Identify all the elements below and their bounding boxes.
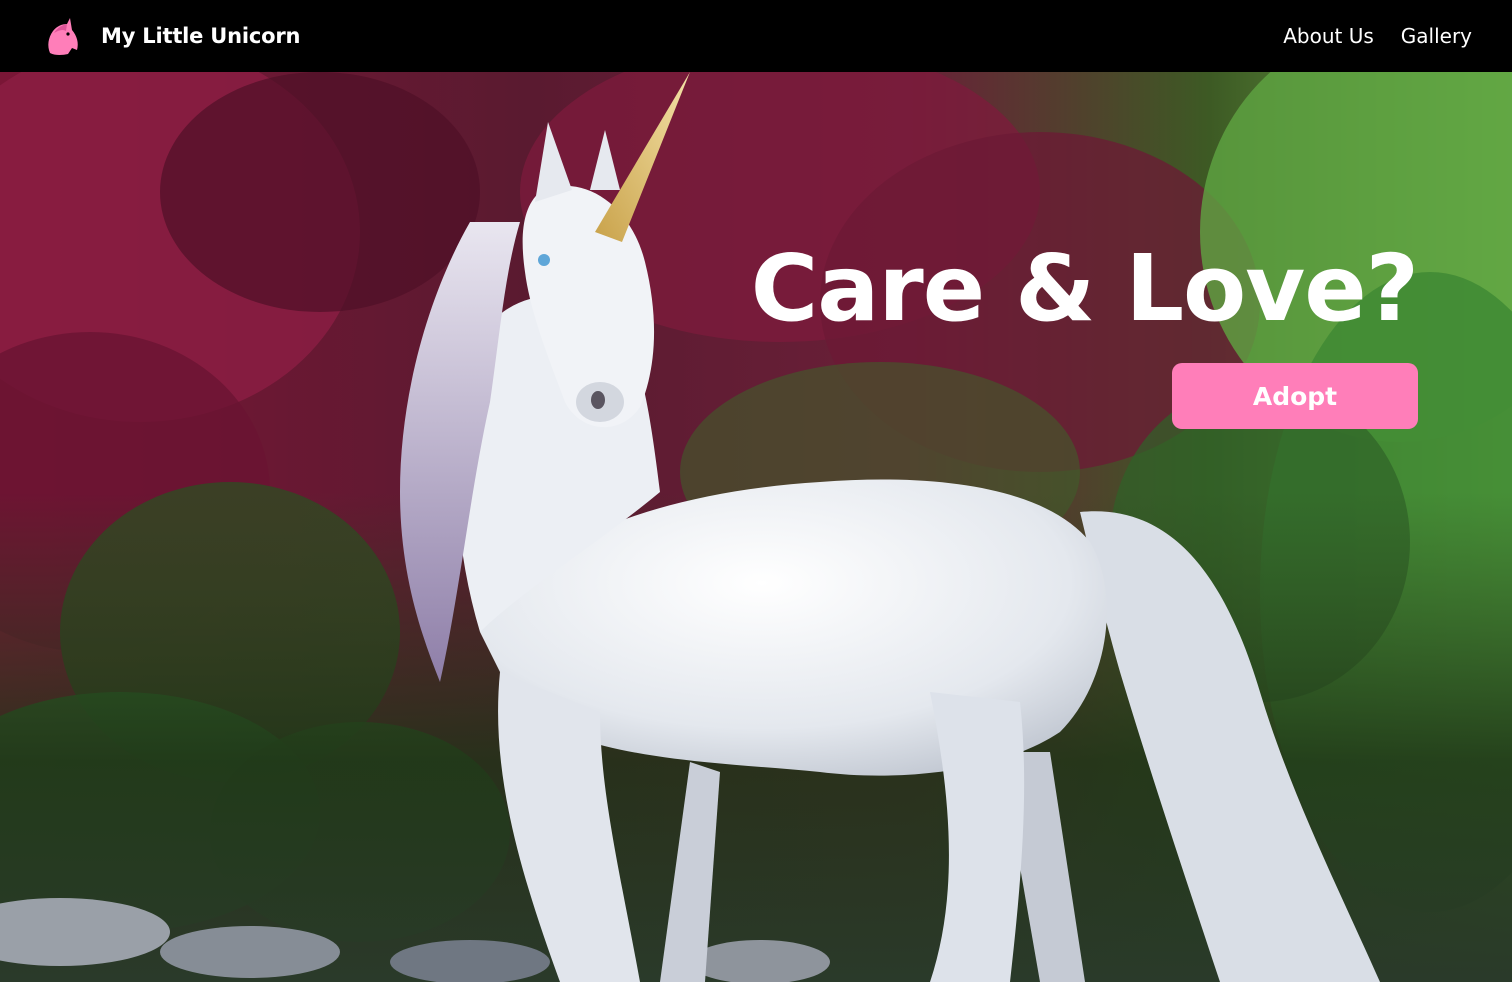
brand-link[interactable]: My Little Unicorn (46, 16, 300, 56)
brand-name: My Little Unicorn (101, 24, 301, 48)
nav-link-gallery[interactable]: Gallery (1401, 24, 1472, 48)
hero-background-image (0, 72, 1512, 982)
navbar: My Little Unicorn About Us Gallery (0, 0, 1512, 72)
main-nav: About Us Gallery (1283, 24, 1472, 48)
hero-content: Care & Love? Adopt (750, 235, 1419, 429)
unicorn-head-icon (48, 18, 78, 55)
adopt-button[interactable]: Adopt (1172, 363, 1418, 429)
hero-title: Care & Love? (750, 235, 1419, 342)
hero-section: Care & Love? Adopt (0, 72, 1512, 982)
nav-link-about-us[interactable]: About Us (1283, 24, 1374, 48)
